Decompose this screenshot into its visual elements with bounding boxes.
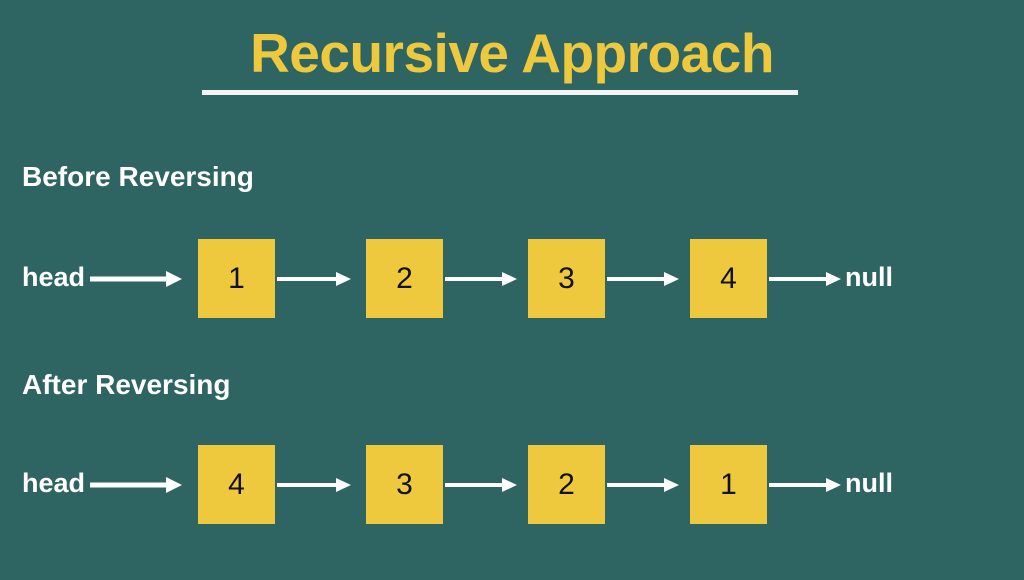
node-value: 4 bbox=[228, 467, 245, 501]
null-label-after: null bbox=[845, 468, 893, 498]
slide-canvas: Recursive Approach Before Reversing head… bbox=[0, 0, 1024, 580]
arrow-head-to-node-before bbox=[90, 267, 182, 291]
arrow-head-to-node-after bbox=[90, 473, 182, 497]
list-node: 4 bbox=[690, 239, 767, 318]
null-label-before: null bbox=[845, 262, 893, 292]
list-node: 2 bbox=[528, 445, 605, 524]
list-node: 4 bbox=[198, 445, 275, 524]
linked-list-before: head 1 2 3 4 null bbox=[0, 239, 1024, 319]
arrow-node-link bbox=[277, 267, 351, 291]
arrow-node-to-null bbox=[769, 473, 841, 497]
arrow-node-link bbox=[277, 473, 351, 497]
arrow-node-link bbox=[445, 267, 517, 291]
arrow-node-link bbox=[607, 267, 679, 291]
head-label-after: head bbox=[22, 468, 86, 498]
arrow-node-link bbox=[607, 473, 679, 497]
node-value: 3 bbox=[396, 467, 413, 501]
node-value: 2 bbox=[558, 467, 575, 501]
node-value: 1 bbox=[228, 261, 245, 295]
list-node: 2 bbox=[366, 239, 443, 318]
arrow-node-link bbox=[445, 473, 517, 497]
section-heading-after: After Reversing bbox=[22, 369, 231, 400]
node-value: 2 bbox=[396, 261, 413, 295]
node-value: 4 bbox=[720, 261, 737, 295]
list-node: 3 bbox=[528, 239, 605, 318]
node-value: 3 bbox=[558, 261, 575, 295]
list-node: 3 bbox=[366, 445, 443, 524]
node-value: 1 bbox=[720, 467, 737, 501]
list-node: 1 bbox=[690, 445, 767, 524]
title-block: Recursive Approach bbox=[0, 22, 1024, 84]
linked-list-after: head 4 3 2 1 null bbox=[0, 445, 1024, 525]
title-underline bbox=[202, 90, 798, 95]
head-label-before: head bbox=[22, 262, 86, 292]
arrow-node-to-null bbox=[769, 267, 841, 291]
page-title: Recursive Approach bbox=[250, 22, 774, 84]
list-node: 1 bbox=[198, 239, 275, 318]
section-heading-before: Before Reversing bbox=[22, 161, 254, 192]
